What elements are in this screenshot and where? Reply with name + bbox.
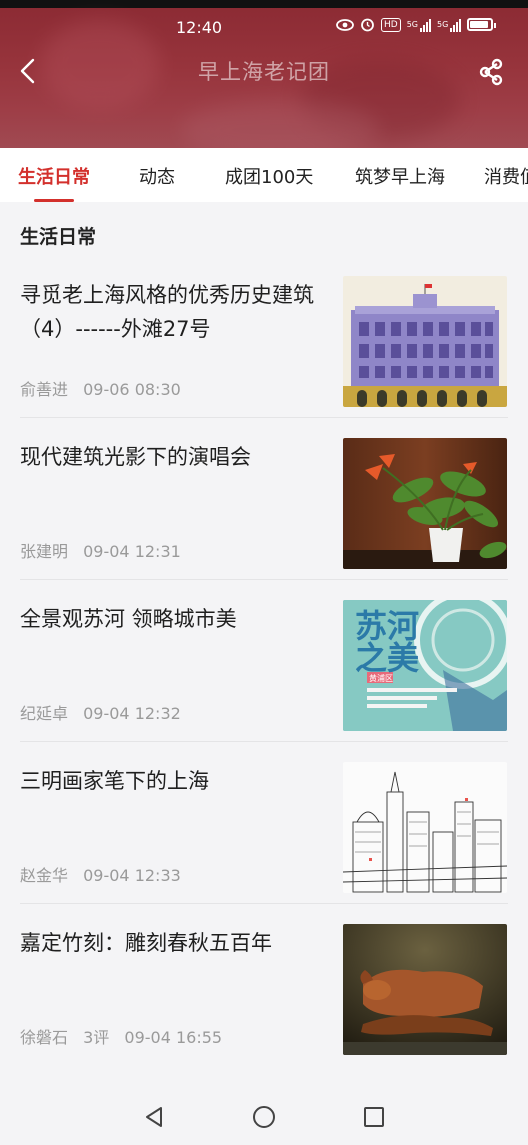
network-type-2: 5G bbox=[437, 20, 449, 29]
top-header: 12:40 HD 5G 5G 早上海老记团 bbox=[0, 0, 528, 148]
status-icons: HD 5G 5G bbox=[336, 17, 497, 32]
article-thumbnail-plant[interactable] bbox=[343, 438, 507, 569]
article-time: 09-06 08:30 bbox=[83, 380, 181, 399]
category-tabs: 生活日常 动态 成团100天 筑梦早上海 消费值 bbox=[0, 148, 528, 202]
article-thumbnail-sketch[interactable] bbox=[343, 762, 507, 893]
article-author: 俞善进 bbox=[20, 380, 69, 399]
article-title[interactable]: 寻觅老上海风格的优秀历史建筑（4）------外滩27号 bbox=[20, 278, 330, 346]
tab-dream-shanghai[interactable]: 筑梦早上海 bbox=[355, 163, 445, 189]
alarm-icon bbox=[361, 18, 374, 32]
article-author: 张建明 bbox=[20, 542, 69, 561]
nav-back-button[interactable] bbox=[141, 1104, 167, 1130]
article-item[interactable]: 现代建筑光影下的演唱会 张建明 09-04 12:31 bbox=[0, 406, 528, 580]
network-type-1: 5G bbox=[406, 20, 418, 29]
status-time: 12:40 bbox=[176, 18, 223, 37]
article-title[interactable]: 现代建筑光影下的演唱会 bbox=[20, 440, 330, 474]
share-button[interactable] bbox=[476, 57, 506, 87]
article-time: 09-04 12:32 bbox=[83, 704, 181, 723]
article-time: 09-04 16:55 bbox=[124, 1028, 223, 1047]
article-thumbnail-carving[interactable] bbox=[343, 924, 507, 1055]
poster-title: 苏河之美 bbox=[355, 607, 420, 677]
poster-district: 黄浦区 bbox=[369, 674, 393, 683]
article-thumbnail-building[interactable] bbox=[343, 276, 507, 407]
article-thumbnail-poster[interactable]: 苏河之美 黄浦区 bbox=[343, 600, 507, 731]
article-author: 徐磐石 bbox=[20, 1028, 69, 1047]
article-meta: 赵金华 09-04 12:33 bbox=[20, 862, 191, 886]
system-navigation-bar bbox=[0, 1088, 528, 1145]
tab-100-days[interactable]: 成团100天 bbox=[225, 163, 313, 189]
article-item[interactable]: 三明画家笔下的上海 赵金华 09-04 12:33 bbox=[0, 730, 528, 904]
article-title[interactable]: 嘉定竹刻：雕刻春秋五百年 bbox=[20, 926, 330, 960]
article-author: 纪延卓 bbox=[20, 704, 69, 723]
article-meta: 张建明 09-04 12:31 bbox=[20, 538, 191, 562]
article-time: 09-04 12:33 bbox=[83, 866, 181, 885]
page-title: 早上海老记团 bbox=[198, 60, 330, 84]
article-author: 赵金华 bbox=[20, 866, 69, 885]
square-recent-icon bbox=[364, 1107, 384, 1127]
share-icon bbox=[479, 58, 503, 86]
signal-bars-icon bbox=[420, 18, 431, 32]
tab-news[interactable]: 动态 bbox=[139, 163, 175, 189]
nav-home-button[interactable] bbox=[251, 1104, 277, 1130]
article-title[interactable]: 全景观苏河 领略城市美 bbox=[20, 602, 330, 636]
article-meta: 俞善进 09-06 08:30 bbox=[20, 376, 191, 400]
eye-icon bbox=[336, 18, 354, 31]
tab-consumption[interactable]: 消费值 bbox=[484, 163, 528, 189]
article-item[interactable]: 全景观苏河 领略城市美 纪延卓 09-04 12:32 苏河之美 黄浦区 bbox=[0, 568, 528, 742]
article-time: 09-04 12:31 bbox=[83, 542, 181, 561]
article-meta: 徐磐石 3评 09-04 16:55 bbox=[20, 1024, 232, 1048]
article-title[interactable]: 三明画家笔下的上海 bbox=[20, 764, 330, 798]
article-item[interactable]: 寻觅老上海风格的优秀历史建筑（4）------外滩27号 俞善进 09-06 0… bbox=[0, 244, 528, 418]
article-comment-count: 3评 bbox=[83, 1028, 110, 1047]
article-meta: 纪延卓 09-04 12:32 bbox=[20, 700, 191, 724]
active-tab-indicator bbox=[34, 199, 74, 202]
hd-badge: HD bbox=[381, 17, 401, 32]
nav-recent-button[interactable] bbox=[361, 1104, 387, 1130]
signal-bars-icon-2 bbox=[450, 18, 462, 32]
battery-icon bbox=[467, 18, 497, 31]
article-item[interactable]: 嘉定竹刻：雕刻春秋五百年 徐磐石 3评 09-04 16:55 bbox=[0, 892, 528, 1055]
triangle-back-icon bbox=[146, 1107, 162, 1127]
circle-home-icon bbox=[253, 1106, 275, 1128]
tab-daily-life[interactable]: 生活日常 bbox=[18, 163, 90, 189]
